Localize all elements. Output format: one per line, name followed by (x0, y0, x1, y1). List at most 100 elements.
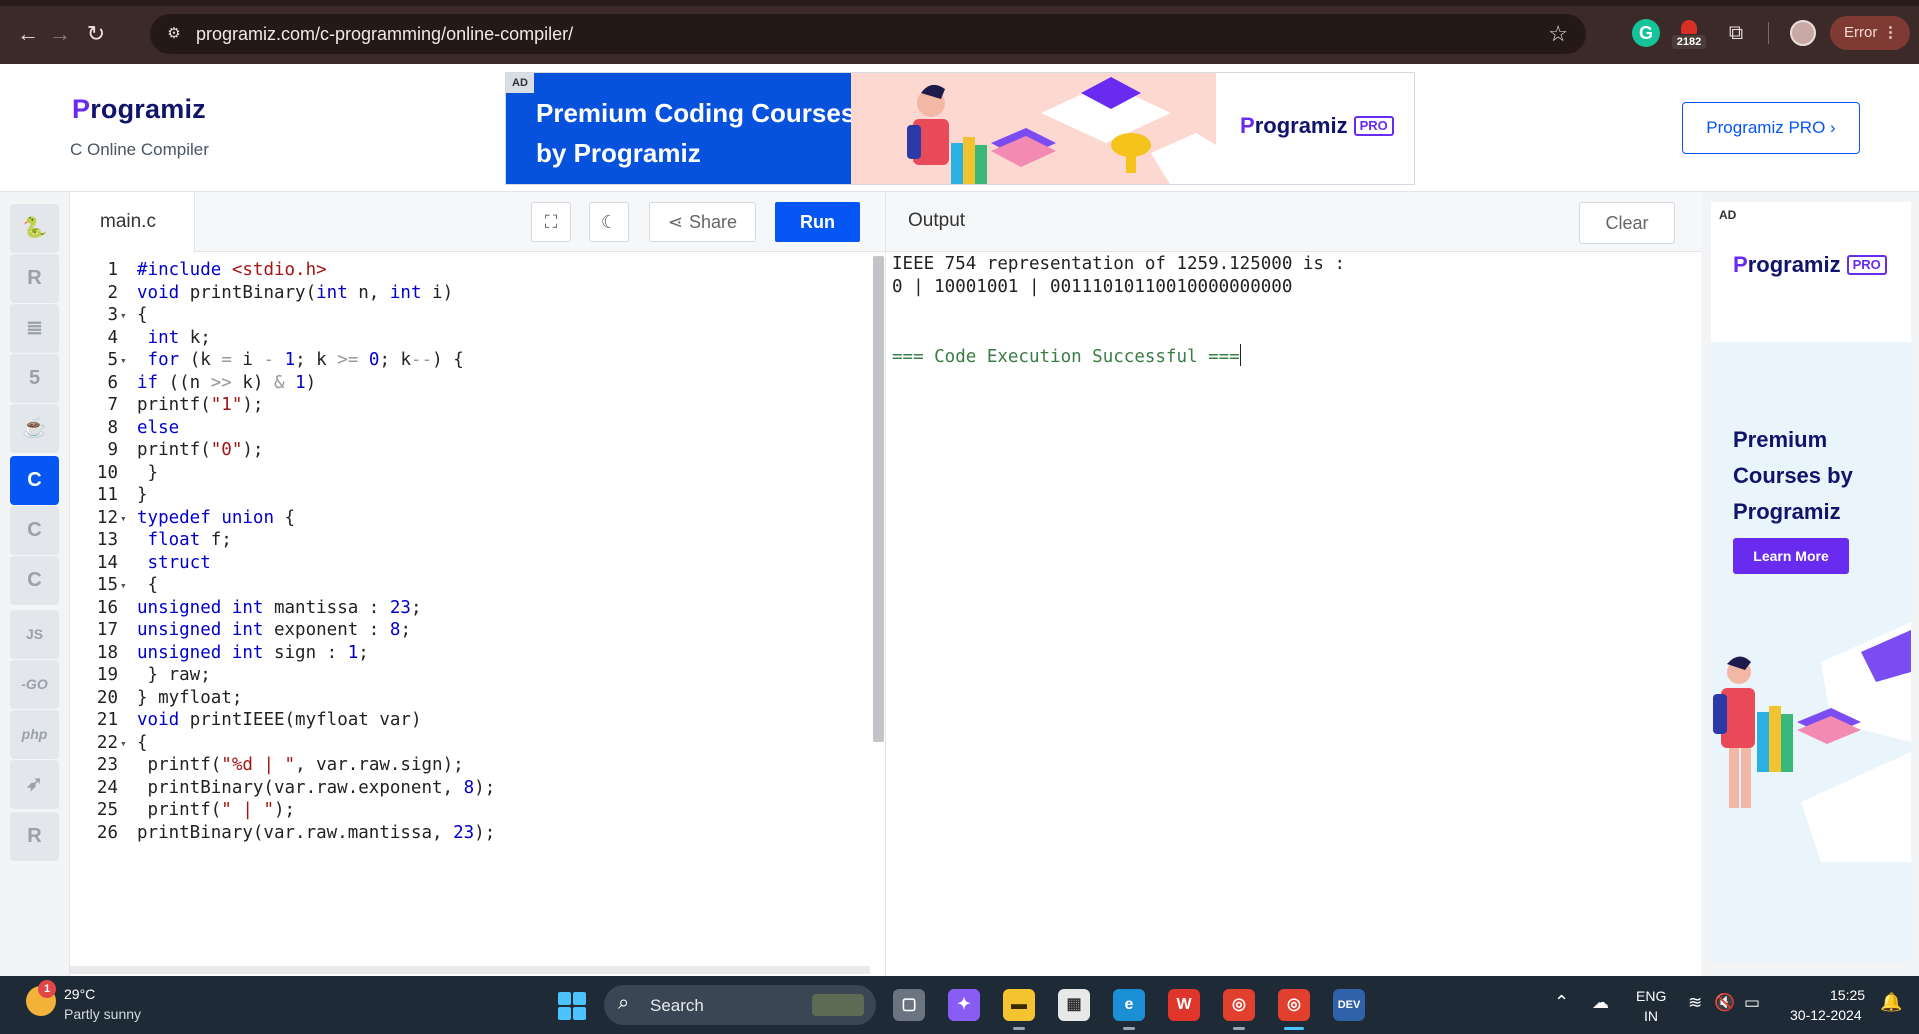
dark-mode-icon[interactable]: ☾ (589, 202, 629, 242)
cpp-icon[interactable]: C (10, 506, 59, 555)
share-icon: ⋖ (667, 212, 684, 232)
programiz-logo[interactable]: Programiz (72, 94, 206, 125)
side-ad[interactable]: Programiz PRO Premium Courses by Programi… (1701, 192, 1919, 976)
programiz-pro-button[interactable]: Programiz PRO › (1682, 102, 1860, 154)
ad-tag: AD (506, 73, 534, 93)
address-bar[interactable]: ⚙ programiz.com/c-programming/online-com… (150, 14, 1586, 54)
swift-icon[interactable]: ➶ (10, 760, 59, 809)
toolbar-divider (1768, 22, 1769, 44)
share-label: Share (689, 212, 738, 232)
extension-badge-count: 2182 (1672, 35, 1706, 49)
code-area[interactable]: 1 #include <stdio.h> 2 void printBinary(in… (70, 252, 870, 968)
reload-icon[interactable]: ↻ (82, 20, 110, 48)
side-ad-pro-chip: PRO (1846, 255, 1887, 275)
profile-error-button[interactable]: Error ⋮ (1830, 16, 1910, 50)
weather-description[interactable]: Partly sunny (64, 1006, 141, 1022)
learn-more-button[interactable]: Learn More (1733, 538, 1849, 574)
ad-title: Premium Coding Courses by Programiz (536, 98, 856, 168)
output-header: Output Clear (886, 192, 1702, 252)
output-line: 0 | 10001001 | 00111010110010000000000 (892, 277, 1293, 297)
c-icon[interactable]: C (10, 456, 59, 505)
edge-icon[interactable]: e (1113, 989, 1145, 1030)
ad-pro-chip: PRO (1353, 116, 1394, 136)
code-editor-panel: main.c ⛶ ☾ ⋖ Share Run 1 #include <stdio.h… (70, 192, 885, 976)
extension-icon[interactable]: 2182 (1672, 19, 1706, 49)
side-ad-brand: Programiz PRO (1733, 252, 1887, 278)
microsoft-store-icon[interactable]: ▦ (1058, 989, 1090, 1021)
side-ad-illustration (1711, 602, 1911, 962)
grammarly-icon[interactable]: G (1632, 19, 1660, 47)
side-ad-card[interactable]: Programiz PRO Premium Courses by Programi… (1711, 202, 1911, 962)
taskbar-search[interactable]: ⌕ Search (604, 985, 876, 1025)
php-icon[interactable]: php (10, 710, 59, 759)
logo-text: rogramiz (90, 94, 206, 124)
side-ad-illustration-art (1713, 622, 1911, 862)
line-number: 26 (96, 822, 118, 843)
language-sidebar: 🐍 R ≣ 5 ☕ C C C JS -GO php ➶ R (0, 192, 70, 976)
wps-office-icon[interactable]: W (1168, 989, 1200, 1021)
html-icon[interactable]: 5 (10, 354, 59, 403)
dev-cpp-icon[interactable]: DEV (1333, 989, 1365, 1021)
task-view-icon[interactable]: ▢ (893, 989, 925, 1021)
ad-brand-text: rogramiz (1254, 113, 1348, 138)
profile-icon[interactable] (1790, 20, 1816, 46)
tab-strip (0, 0, 1919, 6)
site-settings-icon[interactable]: ⚙ (164, 24, 184, 44)
clock-date[interactable]: 30-12-2024 (1790, 1007, 1862, 1023)
share-button[interactable]: ⋖ Share (649, 202, 756, 242)
extension-dot-icon (1681, 20, 1697, 34)
language-indicator-top[interactable]: ENG (1636, 988, 1666, 1004)
star-icon[interactable]: ☆ (1548, 21, 1568, 47)
url-text[interactable]: programiz.com/c-programming/online-compi… (196, 24, 573, 45)
rust-icon[interactable]: R (10, 812, 59, 861)
windows-taskbar: 1 29°C Partly sunny ⌕ Search ▢ ✦ ▬ ▦ e W… (0, 976, 1919, 1034)
ad-brand-initial: P (1240, 113, 1255, 138)
notification-icon[interactable]: 🔔 (1880, 992, 1902, 1013)
chrome-active-icon[interactable]: ◎ (1278, 989, 1310, 1030)
fullscreen-icon[interactable]: ⛶ (531, 202, 571, 242)
forward-icon[interactable]: → (46, 20, 74, 48)
tray-overflow-icon[interactable]: ⌃ (1554, 992, 1569, 1013)
clear-button[interactable]: Clear (1579, 202, 1675, 244)
sql-icon[interactable]: ≣ (10, 304, 59, 353)
logo-initial: P (72, 94, 91, 124)
back-icon[interactable]: ← (14, 20, 42, 48)
ad-banner[interactable]: AD Premium Coding Courses by Programiz P… (505, 72, 1415, 185)
chrome-icon[interactable]: ◎ (1223, 989, 1255, 1030)
file-tab-main-c[interactable]: main.c (70, 192, 195, 253)
menu-icon[interactable]: ⋮ (1883, 16, 1898, 50)
go-icon[interactable]: -GO (10, 660, 59, 709)
editor-horizontal-scrollbar[interactable] (70, 966, 870, 974)
output-panel: Output Clear IEEE 754 representation of … (885, 192, 1702, 976)
code-line[interactable]: 26 printBinary(var.raw.mantissa, 23); (70, 820, 860, 847)
weather-badge: 1 (38, 980, 56, 998)
clock-time[interactable]: 15:25 (1830, 987, 1865, 1003)
run-button[interactable]: Run (775, 202, 860, 242)
file-explorer-icon[interactable]: ▬ (1003, 989, 1035, 1030)
copilot-icon[interactable]: ✦ (948, 989, 980, 1021)
ad-brand-panel: Programiz PRO (1216, 73, 1414, 184)
ad-brand: Programiz PRO (1240, 113, 1394, 139)
puzzle-icon[interactable]: ⧉ (1722, 19, 1750, 47)
search-icon: ⌕ (618, 992, 630, 1014)
side-ad-brand-text: rogramiz (1747, 252, 1841, 277)
success-message: === Code Execution Successful === (892, 347, 1240, 367)
js-icon[interactable]: JS (10, 610, 59, 659)
windows-start-icon[interactable] (558, 992, 586, 1020)
side-ad-tag: AD (1719, 208, 1737, 222)
output-success-line: === Code Execution Successful === (892, 344, 1241, 367)
text-caret (1239, 344, 1241, 366)
onedrive-error-icon[interactable]: ☁ (1592, 993, 1609, 1013)
weather-temperature[interactable]: 29°C (64, 986, 95, 1002)
editor-scrollbar[interactable] (873, 256, 884, 742)
volume-muted-icon[interactable]: 🔇 (1714, 993, 1735, 1013)
page-subtitle: C Online Compiler (70, 140, 209, 159)
java-icon[interactable]: ☕ (10, 404, 59, 453)
language-indicator-bottom[interactable]: IN (1644, 1008, 1658, 1024)
r-icon[interactable]: R (10, 254, 59, 303)
battery-icon[interactable]: ▭ (1744, 993, 1760, 1013)
output-line: IEEE 754 representation of 1259.125000 i… (892, 254, 1346, 274)
csharp-icon[interactable]: C (10, 556, 59, 605)
python-icon[interactable]: 🐍 (10, 204, 59, 253)
wifi-icon[interactable]: ≋ (1688, 993, 1702, 1013)
